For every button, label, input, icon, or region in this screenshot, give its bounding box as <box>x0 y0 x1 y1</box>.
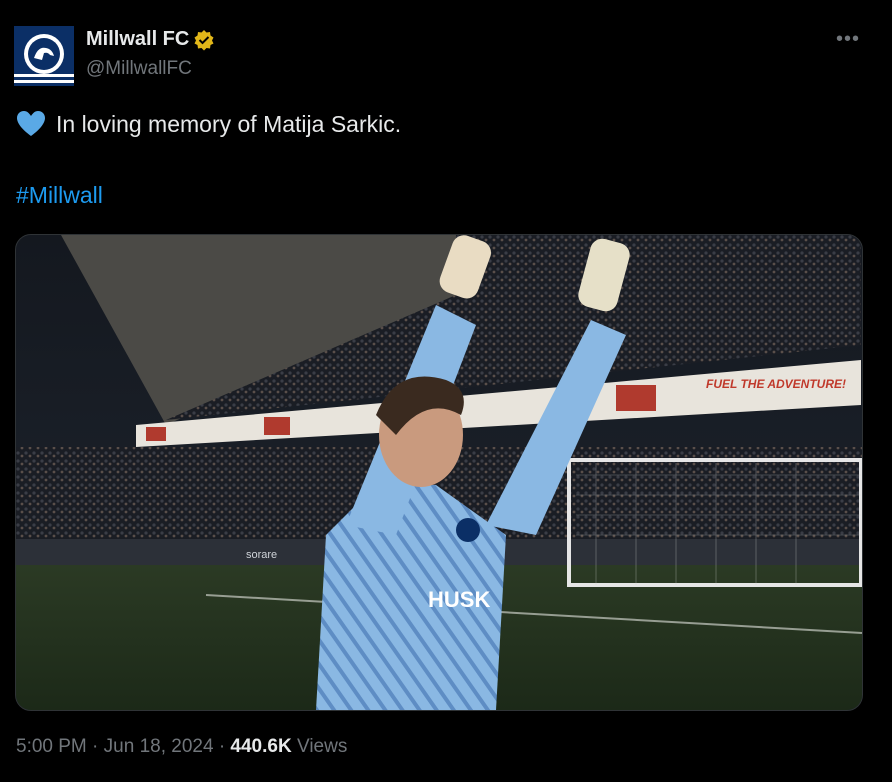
blue-heart-icon <box>17 111 45 136</box>
separator: · <box>218 736 226 757</box>
tweet-meta: 5:00 PM · Jun 18, 2024 · 440.6K Views <box>16 736 347 758</box>
separator: · <box>92 736 99 757</box>
views-count: 440.6K <box>230 736 292 757</box>
millwall-crest-icon <box>14 26 74 86</box>
views-label: Views <box>296 736 348 757</box>
shirt-sponsor-text: HUSK <box>428 587 490 612</box>
author-display-name[interactable]: Millwall FC <box>86 28 189 51</box>
verified-badge-icon <box>194 29 214 50</box>
tweet-time[interactable]: 5:00 PM <box>16 736 87 757</box>
tweet-text-row: In loving memory of Matija Sarkic. <box>16 110 401 138</box>
banner-text: FUEL THE ADVENTURE! <box>706 377 846 391</box>
ad-board-text-1: sorare <box>246 549 277 561</box>
author-name-row[interactable]: Millwall FC <box>86 28 215 51</box>
more-options-icon[interactable]: ••• <box>836 28 860 51</box>
hashtag-link[interactable]: #Millwall <box>16 182 103 209</box>
tweet-photo[interactable]: FUEL THE ADVENTURE! sorare sorare HUSK <box>15 234 863 711</box>
stadium-photo: FUEL THE ADVENTURE! sorare sorare HUSK <box>16 235 862 710</box>
avatar[interactable] <box>14 26 74 86</box>
author-handle[interactable]: @MillwallFC <box>86 58 192 80</box>
tweet-date[interactable]: Jun 18, 2024 <box>104 736 214 757</box>
tweet-text: In loving memory of Matija Sarkic. <box>56 110 402 137</box>
